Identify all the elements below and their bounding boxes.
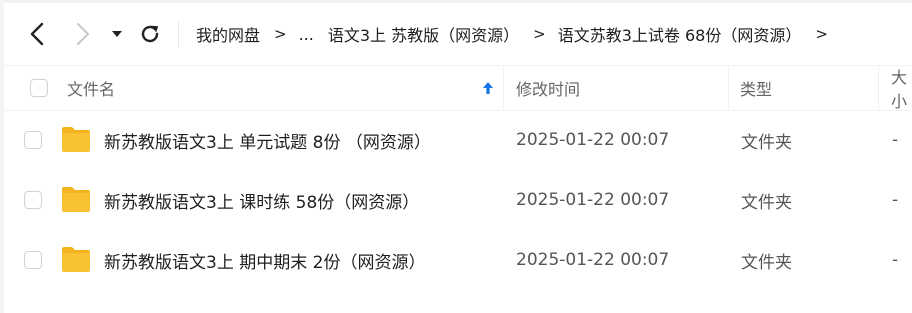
folder-icon — [62, 247, 90, 272]
file-list-header: 文件名 修改时间 类型 大小 — [4, 65, 912, 111]
file-name[interactable]: 新苏教版语文3上 单元试题 8份 （网资源） — [104, 110, 431, 170]
breadcrumb-item-current[interactable]: 语文苏教3上试卷 68份（网资源） — [558, 22, 802, 46]
table-row[interactable]: 新苏教版语文3上 期中期末 2份（网资源） 2025-01-22 00:07 文… — [4, 230, 912, 290]
table-row[interactable]: 新苏教版语文3上 课时练 58份（网资源） 2025-01-22 00:07 文… — [4, 170, 912, 230]
column-header-size[interactable]: 大小 — [891, 66, 912, 111]
column-divider[interactable] — [728, 66, 729, 110]
column-header-name[interactable]: 文件名 — [67, 66, 115, 110]
refresh-icon — [141, 25, 159, 43]
checkbox-box — [24, 251, 42, 269]
chevron-left-icon — [30, 22, 44, 46]
file-size: - — [892, 130, 899, 150]
folder-icon — [62, 127, 90, 152]
chevron-right-icon — [77, 23, 89, 45]
file-type: 文件夹 — [741, 132, 792, 153]
modified-time: 2025-01-22 00:07 — [516, 130, 670, 150]
breadcrumb-item-textbook[interactable]: 语文3上 苏教版（网资源） — [328, 22, 519, 46]
breadcrumb-item-root[interactable]: 我的网盘 — [196, 22, 260, 46]
forward-button[interactable] — [68, 17, 98, 51]
column-divider[interactable] — [503, 66, 504, 110]
navigation-bar: 我的网盘 > ... 语文3上 苏教版（网资源） > 语文苏教3上试卷 68份（… — [0, 3, 912, 65]
refresh-button[interactable] — [135, 17, 165, 51]
breadcrumb-separator-icon: > — [533, 25, 546, 43]
row-checkbox[interactable] — [24, 131, 42, 149]
column-header-type[interactable]: 类型 — [740, 66, 772, 110]
column-divider[interactable] — [878, 66, 879, 110]
breadcrumb-separator-icon: > — [815, 25, 828, 43]
back-button[interactable] — [22, 17, 52, 51]
column-header-modified[interactable]: 修改时间 — [516, 66, 580, 110]
modified-time: 2025-01-22 00:07 — [516, 190, 670, 210]
file-name[interactable]: 新苏教版语文3上 期中期末 2份（网资源） — [104, 230, 425, 290]
table-row[interactable]: 新苏教版语文3上 单元试题 8份 （网资源） 2025-01-22 00:07 … — [4, 110, 912, 170]
file-size: - — [892, 190, 899, 210]
file-size: - — [892, 250, 899, 270]
row-checkbox[interactable] — [24, 191, 42, 209]
sort-ascending-button[interactable] — [482, 66, 496, 110]
breadcrumb: 我的网盘 > ... 语文3上 苏教版（网资源） > 语文苏教3上试卷 68份（… — [196, 17, 840, 51]
caret-down-icon — [112, 31, 122, 37]
folder-icon — [62, 187, 90, 212]
modified-time: 2025-01-22 00:07 — [516, 250, 670, 270]
file-type: 文件夹 — [741, 252, 792, 273]
file-name[interactable]: 新苏教版语文3上 课时练 58份（网资源） — [104, 170, 419, 230]
toolbar-divider — [178, 22, 179, 48]
breadcrumb-ellipsis[interactable]: ... — [299, 25, 314, 44]
checkbox-box — [24, 191, 42, 209]
select-all-checkbox[interactable] — [30, 66, 48, 110]
file-type: 文件夹 — [741, 192, 792, 213]
breadcrumb-separator-icon: > — [274, 25, 287, 43]
history-dropdown-button[interactable] — [106, 17, 128, 51]
checkbox-box — [24, 131, 42, 149]
checkbox-box — [30, 79, 48, 97]
arrow-up-icon — [483, 82, 493, 94]
row-checkbox[interactable] — [24, 251, 42, 269]
